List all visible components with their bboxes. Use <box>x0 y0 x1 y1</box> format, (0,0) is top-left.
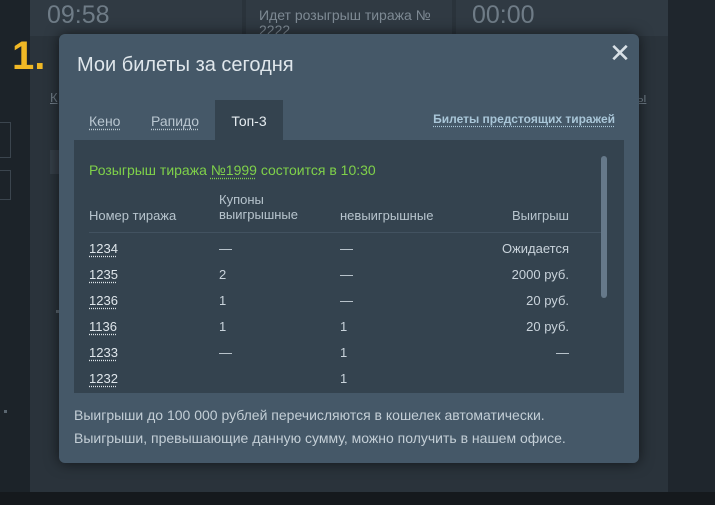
prize-amount: 20 руб. <box>526 293 569 308</box>
column-header-draw: Номер тиража <box>89 208 177 223</box>
table-row: 1235 2 — 2000 руб. <box>74 267 624 293</box>
close-icon[interactable]: ✕ <box>605 38 635 68</box>
my-tickets-modal: ✕ Мои билеты за сегодня Кено Рапидо Топ-… <box>59 34 639 463</box>
announcement-prefix: Розыгрыш тиража <box>89 162 211 178</box>
winning-coupons: — <box>219 345 232 360</box>
future-draw-tickets-link[interactable]: Билеты предстоящих тиражей <box>433 112 615 126</box>
draw-number-link[interactable]: 1232 <box>89 371 118 386</box>
tab-keno[interactable]: Кено <box>89 100 120 140</box>
table-row: 1233 — 1 — <box>74 345 624 371</box>
prize-amount: 20 руб. <box>526 319 569 334</box>
draw-number-link[interactable]: 1233 <box>89 345 118 360</box>
winning-coupons: 1 <box>219 319 227 334</box>
losing-coupons: — <box>340 241 353 256</box>
draw-number-link[interactable]: 1136 <box>89 319 117 334</box>
winning-coupons: 2 <box>219 267 227 282</box>
column-header-losing: невыигрышные <box>340 208 434 223</box>
losing-coupons: 1 <box>340 319 348 334</box>
tab-rapido[interactable]: Рапидо <box>151 100 199 140</box>
background-dot <box>4 410 7 413</box>
table-row: 1236 1 — 20 руб. <box>74 293 624 319</box>
column-header-coupons: Купоны выигрышные <box>219 192 298 222</box>
table-scrollbar[interactable] <box>601 156 607 298</box>
tickets-panel: Розыгрыш тиража №1999 состоится в 10:30 … <box>74 140 624 393</box>
draw-number-link[interactable]: 1234 <box>89 241 118 256</box>
background-tab-marker <box>0 122 11 158</box>
prize-amount: 2000 руб. <box>511 267 569 282</box>
background-tab-marker <box>0 170 11 200</box>
background-timer: 00:00 <box>472 1 535 29</box>
losing-coupons: 1 <box>340 345 348 360</box>
losing-coupons: — <box>340 293 353 308</box>
modal-title: Мои билеты за сегодня <box>77 54 294 76</box>
draw-number-link[interactable]: 1236 <box>89 293 118 308</box>
column-header-prize: Выигрыш <box>511 208 569 223</box>
table-row: 1232 1 <box>74 371 624 393</box>
table-row: 1136 1 1 20 руб. <box>74 319 624 345</box>
background-clock: 09:58 <box>47 1 110 29</box>
winning-coupons: 1 <box>219 293 227 308</box>
background-link-partial: К <box>50 90 58 105</box>
draw-number-link[interactable]: 1235 <box>89 267 118 282</box>
tab-top3[interactable]: Топ-3 <box>215 100 283 140</box>
column-header-winning: выигрышные <box>219 207 299 222</box>
prize-amount: Ожидается <box>501 241 569 256</box>
winning-coupons: — <box>219 241 232 256</box>
losing-coupons: 1 <box>340 371 348 386</box>
background-right-edge <box>668 0 715 505</box>
payout-note: Выигрыши до 100 000 рублей перечисляются… <box>74 404 566 450</box>
announcement-suffix: состоится в 10:30 <box>256 162 376 178</box>
payout-note-line-1: Выигрыши до 100 000 рублей перечисляются… <box>74 407 545 423</box>
header-divider <box>89 232 604 233</box>
payout-note-line-2: Выигрыши, превышающие данную сумму, можн… <box>74 430 566 446</box>
announcement-draw-link[interactable]: №1999 <box>211 162 257 178</box>
background-bottom-bar <box>0 492 715 505</box>
draw-announcement: Розыгрыш тиража №1999 состоится в 10:30 <box>89 162 376 178</box>
step-number: 1. <box>12 34 46 78</box>
prize-amount: — <box>556 345 569 360</box>
table-row: 1234 — — Ожидается <box>74 241 624 267</box>
losing-coupons: — <box>340 267 353 282</box>
column-header-coupons-label: Купоны <box>219 192 264 207</box>
